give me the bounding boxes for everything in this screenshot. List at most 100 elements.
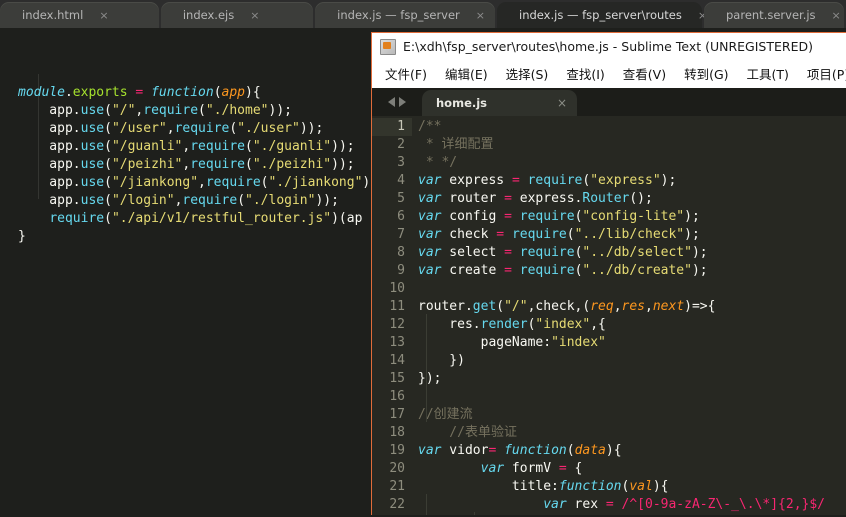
code-token: require: [190, 139, 246, 154]
editor-tab-label: index.ejs: [182, 8, 235, 22]
code-token: function: [504, 443, 567, 458]
code-token: app: [18, 139, 73, 154]
code-token: "/login": [111, 193, 175, 208]
code-token: =: [605, 497, 614, 512]
close-icon[interactable]: ×: [99, 10, 108, 21]
code-token: res.: [418, 317, 481, 332]
code-token: app: [18, 121, 73, 136]
code-token: val: [629, 479, 653, 494]
code-token: .: [72, 157, 81, 172]
editor-tab-index-html[interactable]: index.html ×: [0, 2, 159, 28]
code-token: config: [441, 209, 505, 224]
code-token: check: [441, 227, 497, 242]
code-token: "./login": [245, 193, 316, 208]
code-token: "/user": [111, 121, 167, 136]
menu-item-6[interactable]: 转到(G): [675, 62, 737, 85]
code-line: var create = require("../db/create");: [412, 262, 846, 280]
code-token: use: [80, 175, 105, 190]
code-token: =: [558, 461, 567, 476]
code-token: res: [621, 299, 646, 314]
sublime-code-lines[interactable]: /** * 详细配置 * */var express = require("ex…: [412, 116, 846, 515]
editor-tab-parent-server-js[interactable]: parent.server.js ×: [704, 2, 844, 28]
code-token: {: [566, 461, 583, 476]
code-token: (: [566, 443, 575, 458]
code-line: pageName:"index": [412, 334, 846, 352]
code-token: app: [18, 103, 73, 118]
code-token: * 详细配置: [418, 137, 494, 152]
code-line: });: [412, 370, 846, 388]
line-number: 10: [389, 281, 405, 296]
code-token: (: [104, 103, 112, 118]
code-token: require: [519, 209, 575, 224]
code-token: require: [190, 157, 246, 172]
code-token: app: [18, 157, 73, 172]
sublime-titlebar[interactable]: E:\xdh\fsp_server\routes\home.js - Subli…: [372, 33, 846, 60]
code-token: "index": [551, 335, 606, 350]
editor-tab-index-ejs[interactable]: index.ejs ×: [160, 2, 314, 28]
line-number: 18: [389, 425, 405, 440]
close-icon[interactable]: ×: [832, 10, 841, 21]
line-number: 13: [389, 335, 405, 350]
code-token: pageName:: [418, 335, 552, 350]
code-line: /**: [412, 118, 846, 136]
code-token: "./peizhi": [252, 157, 332, 172]
sublime-tab-home-js[interactable]: home.js ×: [422, 90, 577, 116]
code-token: );: [684, 209, 700, 224]
menu-item-4[interactable]: 查找(I): [557, 62, 613, 85]
close-icon[interactable]: ×: [476, 10, 485, 21]
code-token: .: [72, 193, 81, 208]
code-token: app: [221, 85, 246, 100]
code-token: require: [205, 175, 261, 190]
code-token: (: [104, 193, 112, 208]
tab-nav-arrows[interactable]: [372, 88, 422, 116]
line-number: 6: [397, 209, 405, 224]
line-number: 21: [389, 479, 405, 494]
chevron-right-icon[interactable]: [399, 97, 406, 107]
editor-tab-index-js-fsp-server-routes[interactable]: index.js — fsp_server\routes ×: [497, 2, 707, 28]
chevron-left-icon[interactable]: [388, 97, 395, 107]
code-token: (: [245, 157, 253, 172]
menu-item-3[interactable]: 选择(S): [497, 62, 558, 85]
code-token: use: [80, 121, 105, 136]
sublime-text-window[interactable]: E:\xdh\fsp_server\routes\home.js - Subli…: [371, 32, 846, 515]
close-icon[interactable]: ×: [557, 96, 567, 110]
code-token: get: [472, 299, 497, 314]
menu-item-5[interactable]: 查看(V): [614, 62, 675, 85]
code-token: "./user": [237, 121, 300, 136]
close-icon[interactable]: ×: [250, 10, 259, 21]
menu-item-7[interactable]: 工具(T): [738, 62, 798, 85]
sublime-code-area[interactable]: 1 2 3 4 5 6 7 8 9 10 11 12 13 14 15 16 17 18 19 20 21 22 /** …: [372, 116, 846, 515]
code-line: //创建流: [412, 406, 846, 424]
code-token: "/": [504, 299, 528, 314]
code-token: =: [504, 245, 512, 260]
code-token: express.: [511, 191, 583, 206]
menu-item-8[interactable]: 项目(P): [798, 62, 846, 85]
menu-item-2[interactable]: 编辑(E): [436, 62, 497, 85]
code-token: * */: [418, 155, 458, 170]
code-token: use: [80, 193, 105, 208]
code-line: * 详细配置: [412, 136, 846, 154]
code-token: app: [18, 193, 73, 208]
editor-tab-index-js-fsp-server[interactable]: index.js — fsp_server ×: [315, 2, 495, 28]
code-token: .: [72, 175, 81, 190]
code-token: use: [80, 103, 105, 118]
code-token: "/": [111, 103, 136, 118]
code-token: =: [496, 227, 505, 242]
code-token: use: [80, 139, 105, 154]
code-token: (: [213, 85, 222, 100]
code-token: (: [237, 193, 246, 208]
code-token: (: [104, 139, 112, 154]
menu-item-1[interactable]: 文件(F): [376, 62, 436, 85]
code-token: }: [18, 229, 26, 244]
window-title: E:\xdh\fsp_server\routes\home.js - Subli…: [403, 39, 813, 54]
code-token: title:: [418, 479, 559, 494]
line-number: 8: [397, 245, 405, 260]
code-token: (: [229, 121, 238, 136]
code-line: var select = require("../db/select");: [412, 244, 846, 262]
